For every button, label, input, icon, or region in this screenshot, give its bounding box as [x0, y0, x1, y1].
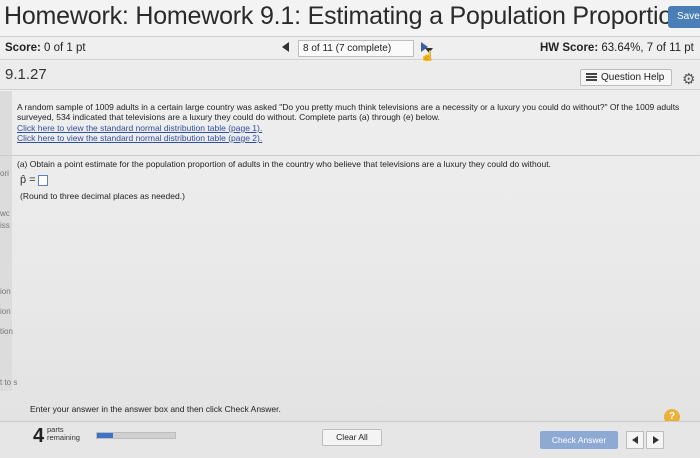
question-id: 9.1.27	[5, 66, 47, 83]
list-icon	[586, 73, 597, 82]
parts-remaining-count: 4	[33, 425, 45, 447]
normal-table-link-page-2[interactable]: Click here to view the standard normal d…	[17, 133, 262, 143]
strip-fragment: ori	[0, 169, 9, 178]
question-select[interactable]: 8 of 11 (7 complete)	[298, 40, 433, 57]
title-bar: Homework: Homework 9.1: Estimating a Pop…	[0, 0, 700, 36]
hw-score-label: HW Score:	[540, 42, 599, 54]
score-label: Score:	[5, 42, 41, 54]
parts-progress-fill	[97, 433, 113, 438]
clear-all-button[interactable]: Clear All	[322, 429, 382, 446]
divider	[0, 155, 700, 156]
question-score: Score: 0 of 1 pt	[5, 42, 86, 54]
strip-fragment: iss	[0, 221, 10, 230]
previous-question-icon[interactable]	[282, 42, 289, 52]
strip-fragment: ion	[0, 307, 11, 316]
score-value: 0 of 1 pt	[44, 42, 86, 54]
left-side-strip	[0, 91, 12, 391]
answer-instruction: Enter your answer in the answer box and …	[30, 404, 281, 414]
score-bar: Score: 0 of 1 pt 8 of 11 (7 complete) HW…	[0, 36, 700, 60]
hw-score: HW Score: 63.64%, 7 of 11 pt	[540, 42, 694, 54]
question-help-label: Question Help	[601, 72, 665, 83]
normal-table-link-page-1[interactable]: Click here to view the standard normal d…	[17, 123, 262, 133]
homework-page: Homework: Homework 9.1: Estimating a Pop…	[0, 0, 700, 458]
check-answer-button[interactable]: Check Answer	[540, 431, 618, 449]
strip-fragment: ion	[0, 287, 11, 296]
save-button[interactable]: Save	[668, 6, 700, 28]
parts-progress-bar	[96, 432, 176, 439]
question-id-bar: 9.1.27 Question Help	[0, 61, 700, 90]
strip-fragment: t to s	[0, 378, 18, 387]
homework-title: Homework: Homework 9.1: Estimating a Pop…	[4, 2, 686, 30]
parts-label-line: remaining	[47, 433, 80, 442]
rounding-note: (Round to three decimal places as needed…	[20, 191, 185, 201]
question-content: ori wc iss ion ion tion t to s A random …	[0, 91, 700, 458]
hw-score-value: 63.64%, 7 of 11 pt	[601, 42, 694, 54]
footer-bar: 4 parts remaining Clear All Check Answer	[0, 421, 700, 458]
question-help-button[interactable]: Question Help	[580, 69, 672, 86]
footer-previous-button[interactable]	[626, 431, 644, 449]
gear-icon[interactable]: ⚙	[682, 70, 695, 88]
parts-remaining-label: parts remaining	[47, 426, 80, 442]
question-position: 8 of 11 (7 complete)	[303, 43, 392, 54]
problem-statement: A random sample of 1009 adults in a cert…	[17, 102, 680, 122]
p-hat-label: p̂ =	[20, 174, 36, 186]
strip-fragment: tion	[0, 327, 13, 336]
part-a-prompt: (a) Obtain a point estimate for the popu…	[17, 159, 551, 169]
answer-input[interactable]	[38, 175, 48, 186]
question-navigator: 8 of 11 (7 complete)	[270, 40, 433, 57]
strip-fragment: wc	[0, 209, 10, 218]
footer-next-button[interactable]	[646, 431, 664, 449]
